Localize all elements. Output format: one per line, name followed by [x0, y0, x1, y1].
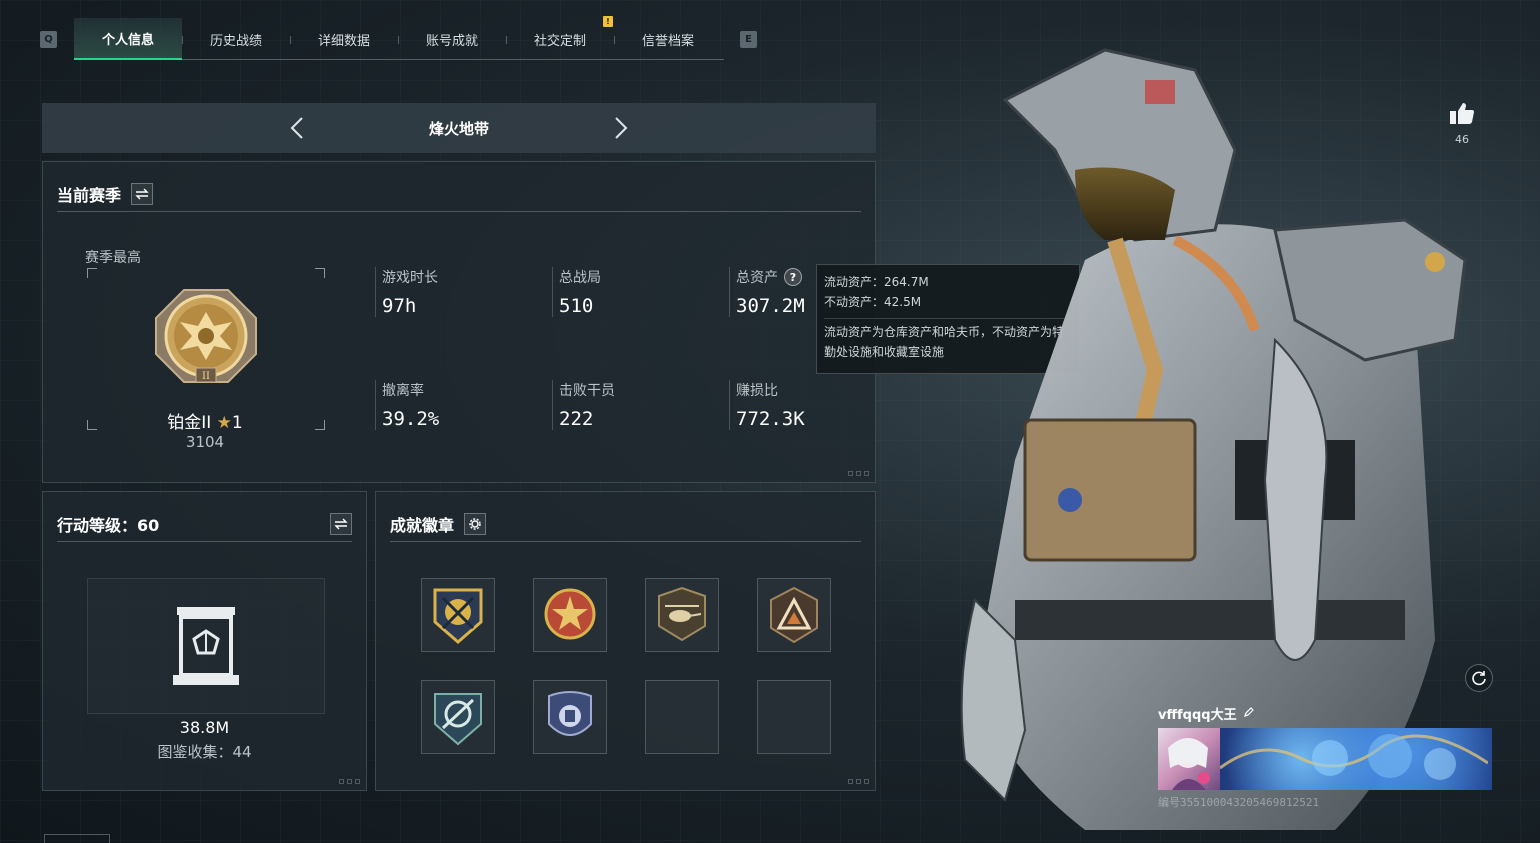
achievement-badge-6[interactable]: [533, 680, 607, 754]
eagle-shield-badge-icon: [548, 691, 592, 736]
stat-kills: 击败干员 222: [552, 380, 702, 430]
bottom-tab-stub: [44, 834, 110, 843]
panel-corner-decoration: [848, 471, 869, 476]
target-badge-icon: [434, 693, 482, 746]
edit-name-icon[interactable]: [1243, 706, 1255, 722]
achievement-badge-3[interactable]: [645, 578, 719, 652]
tabs: 个人信息 历史战绩 详细数据 账号成就 社交定制 信誉档案: [74, 18, 724, 60]
season-best-label: 赛季最高: [85, 250, 141, 266]
player-name: vfffqqq大王: [1158, 708, 1237, 723]
tab-reputation[interactable]: 信誉档案: [614, 18, 722, 60]
namecard-banner[interactable]: [1220, 728, 1492, 790]
like-count: 46: [1455, 133, 1469, 146]
stat-profit-ratio: 赚损比 772.3K: [729, 380, 879, 430]
prev-mode-arrow-icon[interactable]: [286, 116, 310, 140]
season-panel-header: 当前赛季: [57, 176, 861, 212]
tab-social-customization[interactable]: 社交定制: [506, 18, 614, 60]
achievement-empty-slot-1[interactable]: [645, 680, 719, 754]
next-tab-key[interactable]: E: [740, 31, 757, 48]
prev-tab-key[interactable]: Q: [40, 31, 57, 48]
thumbs-up-icon: [1450, 103, 1474, 124]
season-panel: 当前赛季 赛季最高 II 铂金II ★1 3104 游戏时长 97h 总战局 5…: [42, 161, 876, 483]
swap-icon: [334, 518, 348, 529]
platinum-rank-icon: II: [155, 289, 257, 383]
collection-value: 38.8M: [179, 718, 230, 737]
stat-playtime: 游戏时长 97h: [375, 267, 525, 317]
star-shield-badge-icon: [544, 588, 596, 640]
player-namecard: vfffqqq大王 编号355100043205469812521: [1158, 704, 1492, 809]
mode-title: 烽火地带: [428, 119, 489, 138]
achievements-panel-header: 成就徽章: [390, 506, 861, 542]
collection-showcase[interactable]: [87, 578, 325, 714]
achievements-panel: 成就徽章: [375, 491, 876, 791]
display-case-icon: [173, 607, 239, 685]
switch-season-button[interactable]: [131, 182, 154, 205]
achievement-badge-5[interactable]: [421, 680, 495, 754]
notification-badge: !: [603, 16, 613, 27]
help-icon[interactable]: ?: [784, 268, 802, 286]
stat-matches: 总战局 510: [552, 267, 702, 317]
tab-history[interactable]: 历史战绩: [182, 18, 290, 60]
level-panel: 行动等级：60 38.8M 图鉴收集：44: [42, 491, 367, 791]
gear-icon: [469, 517, 481, 530]
switch-level-button[interactable]: [330, 512, 352, 535]
tab-account-achievements[interactable]: 账号成就: [398, 18, 506, 60]
tab-detailed-data[interactable]: 详细数据: [290, 18, 398, 60]
level-panel-header: 行动等级：60: [57, 506, 352, 542]
crossed-rifles-badge-icon: [433, 588, 483, 644]
rank-name: 铂金II ★1: [167, 413, 243, 433]
achievement-badge-4[interactable]: [757, 578, 831, 652]
triangle-badge-icon: [770, 586, 818, 644]
action-level-title: 行动等级：60: [57, 515, 160, 535]
rank-frame: II: [87, 268, 325, 430]
mode-selector: 烽火地带: [42, 103, 876, 153]
achievements-title: 成就徽章: [390, 515, 455, 535]
achievement-badge-1[interactable]: [421, 578, 495, 652]
swap-icon: [135, 188, 149, 199]
rank-score: 3104: [185, 433, 225, 451]
achievement-empty-slot-2[interactable]: [757, 680, 831, 754]
player-name-row: vfffqqq大王: [1158, 704, 1492, 723]
achievements-settings-button[interactable]: [464, 512, 487, 535]
tab-bar: Q 个人信息 历史战绩 详细数据 账号成就 社交定制 信誉档案 ! E: [38, 16, 766, 60]
panel-corner-decoration: [848, 779, 869, 784]
panel-corner-decoration: [339, 779, 360, 784]
star-icon: ★: [216, 413, 232, 433]
player-avatar[interactable]: [1158, 728, 1220, 790]
next-mode-arrow-icon[interactable]: [608, 116, 632, 140]
season-title: 当前赛季: [57, 185, 122, 205]
achievement-badge-2[interactable]: [533, 578, 607, 652]
svg-text:II: II: [202, 371, 210, 382]
helicopter-badge-icon: [658, 586, 706, 642]
like-button[interactable]: 46: [1447, 101, 1477, 146]
refresh-icon: [1472, 671, 1486, 686]
namecard-visuals: [1158, 728, 1492, 790]
collection-count: 图鉴收集：44: [157, 743, 252, 761]
tab-personal-info[interactable]: 个人信息: [74, 18, 182, 60]
rotate-character-button[interactable]: [1465, 664, 1493, 692]
stat-extract-rate: 撤离率 39.2%: [375, 380, 525, 430]
player-id: 编号355100043205469812521: [1158, 796, 1320, 809]
